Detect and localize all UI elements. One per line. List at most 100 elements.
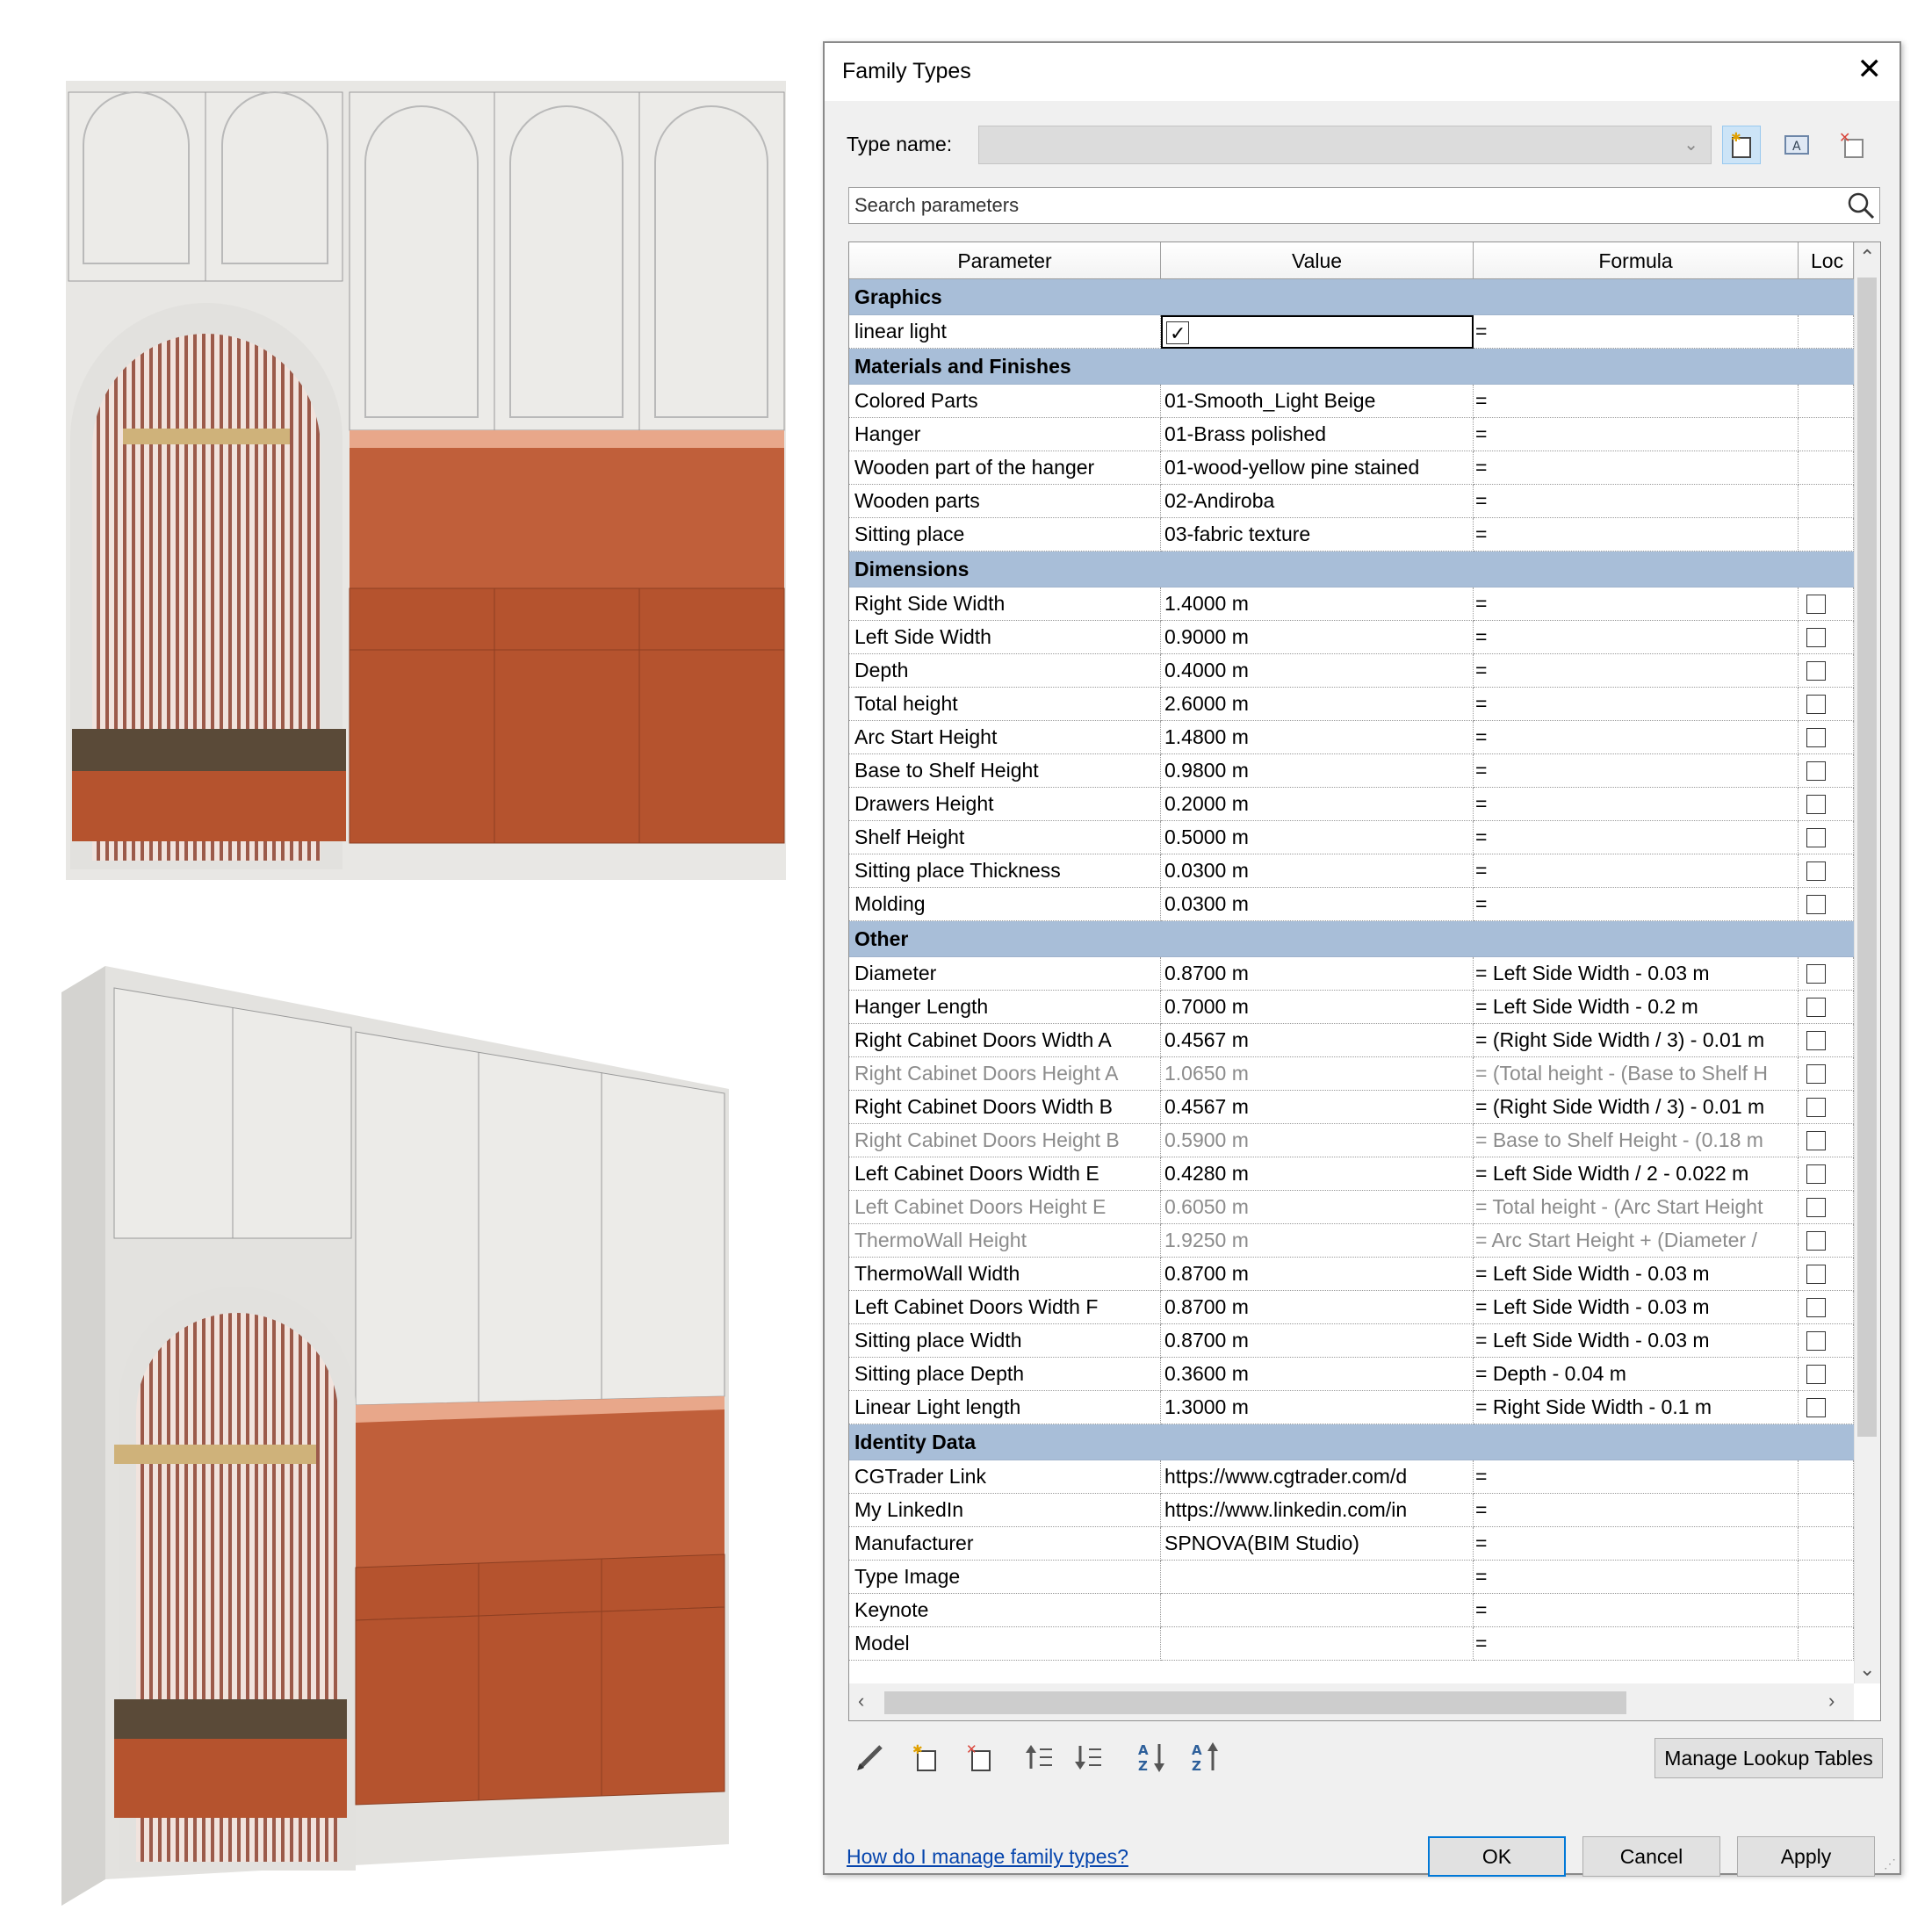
lock-checkbox[interactable]	[1806, 861, 1826, 881]
parameter-value-cell[interactable]: https://www.linkedin.com/in	[1161, 1494, 1474, 1527]
column-header-formula[interactable]: Formula	[1474, 242, 1799, 279]
parameter-formula-cell[interactable]: = (Right Side Width / 3) - 0.01 m	[1474, 1091, 1799, 1124]
parameter-value-cell[interactable]: 02-Andiroba	[1161, 485, 1474, 518]
parameter-row[interactable]: Base to Shelf Height 0.9800 m =	[849, 754, 1854, 788]
parameter-row[interactable]: Type Image =	[849, 1561, 1854, 1594]
parameter-row[interactable]: Left Cabinet Doors Width F 0.8700 m = Left…	[849, 1291, 1854, 1324]
move-down-button[interactable]	[1069, 1738, 1107, 1777]
parameter-formula-cell[interactable]: =	[1474, 1561, 1799, 1594]
parameter-formula-cell[interactable]: = Left Side Width - 0.03 m	[1474, 1324, 1799, 1358]
lock-checkbox[interactable]	[1806, 1098, 1826, 1117]
parameter-formula-cell[interactable]: =	[1474, 315, 1799, 349]
parameter-row[interactable]: Model =	[849, 1627, 1854, 1661]
lock-checkbox[interactable]	[1806, 595, 1826, 614]
search-parameters-field[interactable]: Search parameters	[848, 187, 1880, 224]
parameter-value-cell[interactable]: 0.2000 m	[1161, 788, 1474, 821]
lock-checkbox[interactable]	[1806, 728, 1826, 747]
parameter-formula-cell[interactable]: =	[1474, 754, 1799, 788]
lock-checkbox[interactable]	[1806, 695, 1826, 714]
search-icon[interactable]	[1846, 191, 1876, 220]
parameter-value-cell[interactable]: 1.4000 m	[1161, 588, 1474, 621]
lock-checkbox[interactable]	[1806, 895, 1826, 914]
parameter-row[interactable]: Right Cabinet Doors Height A 1.0650 m = (T…	[849, 1057, 1854, 1091]
parameter-row[interactable]: Diameter 0.8700 m = Left Side Width - 0.03…	[849, 957, 1854, 991]
lock-checkbox[interactable]	[1806, 661, 1826, 681]
parameter-formula-cell[interactable]: =	[1474, 854, 1799, 888]
parameter-formula-cell[interactable]: = (Total height - (Base to Shelf H	[1474, 1057, 1799, 1091]
parameter-value-cell[interactable]	[1161, 1627, 1474, 1661]
parameter-formula-cell[interactable]: =	[1474, 451, 1799, 485]
parameter-formula-cell[interactable]: = Left Side Width - 0.03 m	[1474, 957, 1799, 991]
sort-descending-button[interactable]: AZ	[1187, 1738, 1226, 1777]
parameter-value-cell[interactable]: 0.8700 m	[1161, 1258, 1474, 1291]
lock-checkbox[interactable]	[1806, 1398, 1826, 1417]
parameter-formula-cell[interactable]: = Left Side Width - 0.03 m	[1474, 1291, 1799, 1324]
parameter-value-cell[interactable]: 1.4800 m	[1161, 721, 1474, 754]
parameter-row[interactable]: Sitting place 03-fabric texture =	[849, 518, 1854, 551]
group-header[interactable]: Materials and Finishes	[849, 349, 1854, 385]
parameter-value-cell[interactable]: 0.8700 m	[1161, 1324, 1474, 1358]
parameter-formula-cell[interactable]: =	[1474, 821, 1799, 854]
parameter-row[interactable]: Wooden part of the hanger 01-wood-yellow …	[849, 451, 1854, 485]
parameter-value-cell[interactable]: 0.8700 m	[1161, 957, 1474, 991]
horizontal-scroll-thumb[interactable]	[884, 1691, 1626, 1714]
parameter-formula-cell[interactable]: = Arc Start Height + (Diameter /	[1474, 1224, 1799, 1258]
delete-type-button[interactable]: ✕	[1833, 126, 1871, 164]
lock-checkbox[interactable]	[1806, 1365, 1826, 1384]
scroll-down-arrow-icon[interactable]: ⌄	[1859, 1658, 1875, 1681]
parameter-value-cell[interactable]: 1.3000 m	[1161, 1391, 1474, 1424]
parameter-row[interactable]: Right Cabinet Doors Width B 0.4567 m = (Ri…	[849, 1091, 1854, 1124]
parameter-formula-cell[interactable]: =	[1474, 621, 1799, 654]
parameter-formula-cell[interactable]: = Left Side Width - 0.2 m	[1474, 991, 1799, 1024]
parameter-formula-cell[interactable]: =	[1474, 688, 1799, 721]
help-link[interactable]: How do I manage family types?	[847, 1845, 1128, 1869]
parameter-value-cell[interactable]: 0.8700 m	[1161, 1291, 1474, 1324]
vertical-scroll-thumb[interactable]	[1857, 278, 1877, 1437]
parameter-value-cell[interactable]: 1.9250 m	[1161, 1224, 1474, 1258]
parameter-value-cell[interactable]: 01-Brass polished	[1161, 418, 1474, 451]
parameter-formula-cell[interactable]: =	[1474, 1627, 1799, 1661]
parameter-row[interactable]: Colored Parts 01-Smooth_Light Beige =	[849, 385, 1854, 418]
rename-type-button[interactable]: A	[1777, 126, 1816, 164]
ok-button[interactable]: OK	[1428, 1836, 1566, 1877]
parameter-row[interactable]: Total height 2.6000 m =	[849, 688, 1854, 721]
parameter-row[interactable]: ThermoWall Height 1.9250 m = Arc Start Hei…	[849, 1224, 1854, 1258]
parameter-value-cell[interactable]: SPNOVA(BIM Studio)	[1161, 1527, 1474, 1561]
lock-checkbox[interactable]	[1806, 1164, 1826, 1184]
group-header[interactable]: Graphics	[849, 279, 1854, 315]
group-header[interactable]: Dimensions	[849, 551, 1854, 588]
lock-checkbox[interactable]	[1806, 1298, 1826, 1317]
parameter-formula-cell[interactable]: =	[1474, 654, 1799, 688]
parameter-formula-cell[interactable]: =	[1474, 418, 1799, 451]
parameter-formula-cell[interactable]: =	[1474, 721, 1799, 754]
parameter-row[interactable]: linear light ✓ =	[849, 315, 1854, 349]
parameter-value-cell[interactable]: 1.0650 m	[1161, 1057, 1474, 1091]
parameter-row[interactable]: Left Cabinet Doors Height E 0.6050 m = Tot…	[849, 1191, 1854, 1224]
parameter-row[interactable]: Sitting place Depth 0.3600 m = Depth - 0.0…	[849, 1358, 1854, 1391]
parameter-formula-cell[interactable]: =	[1474, 788, 1799, 821]
parameter-row[interactable]: Sitting place Thickness 0.0300 m =	[849, 854, 1854, 888]
parameter-value-cell[interactable]: 0.9800 m	[1161, 754, 1474, 788]
lock-checkbox[interactable]	[1806, 795, 1826, 814]
lock-checkbox[interactable]	[1806, 1131, 1826, 1150]
column-header-lock[interactable]: Loc	[1799, 242, 1854, 279]
parameter-formula-cell[interactable]: =	[1474, 588, 1799, 621]
parameter-value-cell[interactable]: 0.4000 m	[1161, 654, 1474, 688]
new-type-button[interactable]: ✱	[1722, 126, 1761, 164]
parameter-row[interactable]: Hanger 01-Brass polished =	[849, 418, 1854, 451]
parameter-value-cell[interactable]: 0.7000 m	[1161, 991, 1474, 1024]
lock-checkbox[interactable]	[1806, 964, 1826, 984]
parameter-row[interactable]: Right Cabinet Doors Height B 0.5900 m = Ba…	[849, 1124, 1854, 1157]
resize-grip-icon[interactable]: ⋰	[1884, 1856, 1896, 1871]
parameter-row[interactable]: ThermoWall Width 0.8700 m = Left Side Widt…	[849, 1258, 1854, 1291]
apply-button[interactable]: Apply	[1737, 1836, 1875, 1877]
parameter-value-cell[interactable]	[1161, 1594, 1474, 1627]
lock-checkbox[interactable]	[1806, 998, 1826, 1017]
parameter-formula-cell[interactable]: =	[1474, 888, 1799, 921]
parameter-value-cell[interactable]: 01-wood-yellow pine stained	[1161, 451, 1474, 485]
parameter-value-cell[interactable]	[1161, 1561, 1474, 1594]
parameter-value-cell[interactable]: 0.4567 m	[1161, 1024, 1474, 1057]
scroll-up-arrow-icon[interactable]: ⌃	[1859, 246, 1875, 269]
parameter-value-cell[interactable]: 0.0300 m	[1161, 888, 1474, 921]
lock-checkbox[interactable]	[1806, 761, 1826, 781]
